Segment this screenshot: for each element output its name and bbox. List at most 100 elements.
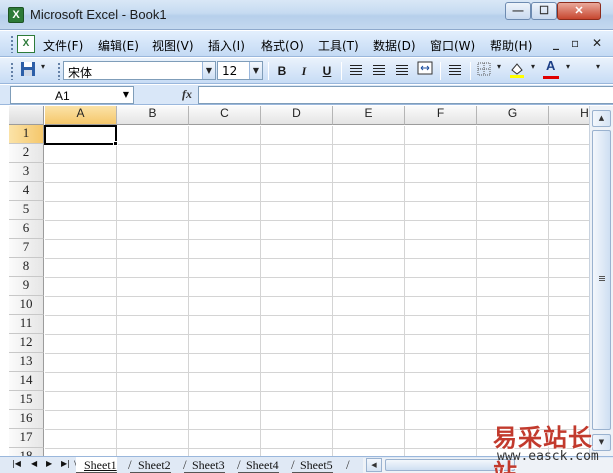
doc-restore-icon[interactable]: ▫ xyxy=(571,36,579,50)
name-box-value: A1 xyxy=(55,89,70,103)
font-size-select[interactable]: 12 ▼ xyxy=(217,61,263,80)
column-header-e[interactable]: E xyxy=(333,106,405,125)
row-header-13[interactable]: 13 xyxy=(9,353,44,372)
row-header-11[interactable]: 11 xyxy=(9,315,44,334)
column-header-d[interactable]: D xyxy=(261,106,333,125)
horizontal-scroll-thumb[interactable] xyxy=(385,459,515,471)
menu-window[interactable]: 窗口(W) xyxy=(430,37,475,54)
menu-edit[interactable]: 编辑(E) xyxy=(98,37,139,54)
toolbar-options-icon[interactable]: ▾ xyxy=(41,62,45,71)
separator xyxy=(268,62,269,80)
menu-data[interactable]: 数据(D) xyxy=(373,37,416,54)
tab-sheet2[interactable]: Sheet2 xyxy=(130,457,171,473)
font-name-select[interactable]: 宋体 ▼ xyxy=(63,61,216,80)
column-header-g[interactable]: G xyxy=(477,106,549,125)
scroll-down-icon[interactable]: ▼ xyxy=(592,434,611,451)
row-header-17[interactable]: 17 xyxy=(9,429,44,448)
horizontal-scrollbar[interactable]: ◀ xyxy=(363,458,613,473)
insert-function-icon[interactable]: fx xyxy=(182,87,192,102)
maximize-button[interactable]: ☐ xyxy=(531,2,557,20)
align-center-button[interactable] xyxy=(369,61,389,81)
tab-divider: / xyxy=(346,457,350,472)
title-bar: X Microsoft Excel - Book1 — ☐ ✕ xyxy=(0,0,613,30)
italic-button[interactable]: I xyxy=(294,61,314,81)
row-header-6[interactable]: 6 xyxy=(9,220,44,239)
merge-center-button[interactable] xyxy=(415,61,435,81)
save-icon[interactable] xyxy=(18,61,38,81)
chevron-down-icon[interactable]: ▾ xyxy=(531,62,535,71)
menu-help[interactable]: 帮助(H) xyxy=(490,37,532,54)
first-sheet-icon[interactable]: |◀ xyxy=(12,459,21,468)
worksheet-grid[interactable]: A B C D E F G H 1 2 3 4 5 6 7 8 9 10 11 … xyxy=(9,106,589,456)
name-box[interactable]: A1 ▼ xyxy=(10,86,134,104)
chevron-down-icon[interactable]: ▼ xyxy=(249,62,262,79)
formula-input[interactable] xyxy=(198,86,613,104)
formula-bar: A1 ▼ fx xyxy=(0,85,613,105)
row-header-5[interactable]: 5 xyxy=(9,201,44,220)
vertical-scroll-thumb[interactable] xyxy=(592,130,611,430)
sheet-tab-bar: |◀ ◀ ▶ ▶| \ Sheet1 / Sheet2 / Sheet3 / S… xyxy=(0,456,613,473)
cell-area[interactable] xyxy=(45,126,589,456)
separator xyxy=(341,62,342,80)
font-color-button[interactable]: A xyxy=(541,58,561,81)
row-header-4[interactable]: 4 xyxy=(9,182,44,201)
decrease-indent-button[interactable] xyxy=(445,61,465,81)
menu-tools[interactable]: 工具(T) xyxy=(318,37,359,54)
select-all-button[interactable] xyxy=(9,106,44,125)
row-header-14[interactable]: 14 xyxy=(9,372,44,391)
tab-sheet3[interactable]: Sheet3 xyxy=(184,457,225,473)
menu-view[interactable]: 视图(V) xyxy=(152,37,194,54)
vertical-scrollbar[interactable]: ▲ ▼ xyxy=(589,106,613,456)
align-left-button[interactable] xyxy=(346,61,366,81)
column-header-a[interactable]: A xyxy=(45,106,117,125)
doc-close-icon[interactable]: ✕ xyxy=(592,36,602,50)
last-sheet-icon[interactable]: ▶| xyxy=(61,459,70,468)
toolbar-grip[interactable] xyxy=(10,35,14,53)
tab-sheet4[interactable]: Sheet4 xyxy=(238,457,279,473)
row-header-12[interactable]: 12 xyxy=(9,334,44,353)
row-header-2[interactable]: 2 xyxy=(9,144,44,163)
previous-sheet-icon[interactable]: ◀ xyxy=(31,459,37,468)
column-header-c[interactable]: C xyxy=(189,106,261,125)
chevron-down-icon[interactable]: ▾ xyxy=(497,62,501,71)
column-header-h[interactable]: H xyxy=(549,106,589,125)
column-header-b[interactable]: B xyxy=(117,106,189,125)
row-header-1[interactable]: 1 xyxy=(9,125,44,144)
row-header-15[interactable]: 15 xyxy=(9,391,44,410)
row-header-18[interactable]: 18 xyxy=(9,448,44,456)
row-header-3[interactable]: 3 xyxy=(9,163,44,182)
next-sheet-icon[interactable]: ▶ xyxy=(46,459,52,468)
underline-button[interactable]: U xyxy=(317,61,337,81)
scroll-left-icon[interactable]: ◀ xyxy=(366,458,382,472)
align-right-button[interactable] xyxy=(392,61,412,81)
tab-sheet1[interactable]: Sheet1 xyxy=(76,457,117,473)
excel-icon[interactable]: X xyxy=(8,7,24,23)
fill-handle[interactable] xyxy=(113,141,118,146)
row-header-8[interactable]: 8 xyxy=(9,258,44,277)
menu-insert[interactable]: 插入(I) xyxy=(208,37,245,54)
toolbar-grip[interactable] xyxy=(57,62,61,80)
column-header-f[interactable]: F xyxy=(405,106,477,125)
borders-button[interactable] xyxy=(474,61,494,81)
chevron-down-icon[interactable]: ▾ xyxy=(566,62,570,71)
chevron-down-icon[interactable]: ▼ xyxy=(123,90,129,99)
row-header-7[interactable]: 7 xyxy=(9,239,44,258)
doc-minimize-icon[interactable]: _ xyxy=(553,36,559,50)
formatting-toolbar: ▾ 宋体 ▼ 12 ▼ B I U ▾ ▾ A ▾ ▾ xyxy=(0,58,613,84)
workbook-icon[interactable]: X xyxy=(17,35,35,53)
row-header-10[interactable]: 10 xyxy=(9,296,44,315)
menu-file[interactable]: 文件(F) xyxy=(43,37,83,54)
fill-color-button[interactable] xyxy=(507,61,527,81)
menu-format[interactable]: 格式(O) xyxy=(261,37,304,54)
tab-sheet5[interactable]: Sheet5 xyxy=(292,457,333,473)
bold-button[interactable]: B xyxy=(272,61,292,81)
close-button[interactable]: ✕ xyxy=(557,2,601,20)
row-header-9[interactable]: 9 xyxy=(9,277,44,296)
active-cell[interactable] xyxy=(44,125,117,145)
toolbar-grip[interactable] xyxy=(10,62,14,80)
toolbar-options-icon[interactable]: ▾ xyxy=(596,62,600,71)
row-header-16[interactable]: 16 xyxy=(9,410,44,429)
minimize-button[interactable]: — xyxy=(505,2,531,20)
scroll-up-icon[interactable]: ▲ xyxy=(592,110,611,127)
chevron-down-icon[interactable]: ▼ xyxy=(202,62,215,79)
